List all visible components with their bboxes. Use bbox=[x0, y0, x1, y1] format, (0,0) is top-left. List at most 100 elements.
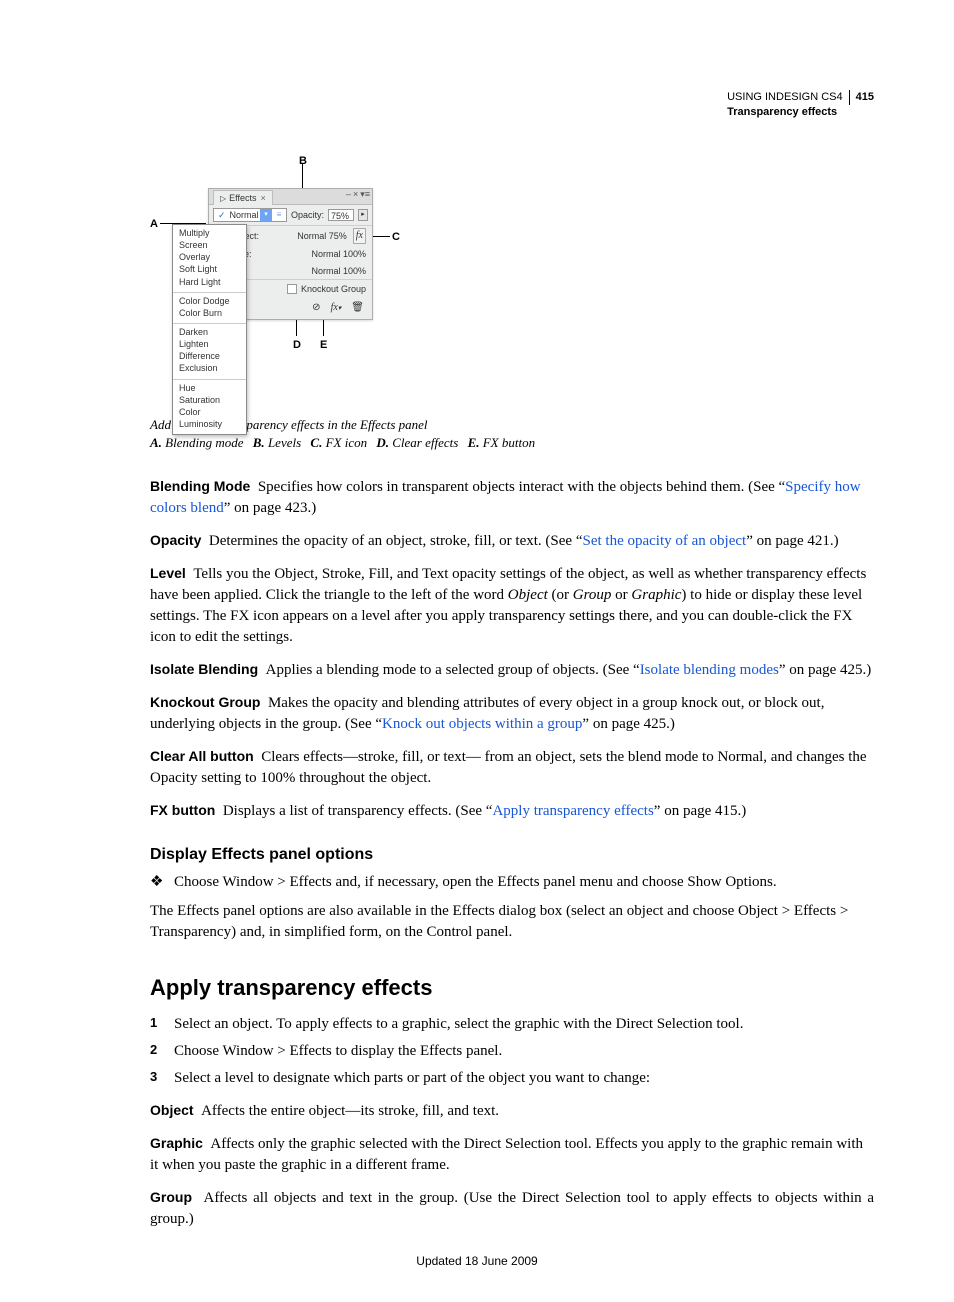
link-apply-transparency-effects[interactable]: Apply transparency effects bbox=[492, 803, 653, 819]
blend-mode-option[interactable]: Lighten bbox=[179, 338, 240, 350]
term: Knockout Group bbox=[150, 694, 260, 710]
blend-mode-option[interactable]: Exclusion bbox=[179, 362, 240, 374]
heading-apply-transparency-effects: Apply transparency effects bbox=[150, 973, 874, 1004]
body-text: or bbox=[611, 587, 631, 603]
knockout-group-checkbox[interactable] bbox=[287, 284, 297, 294]
blend-mode-value: Normal bbox=[230, 209, 259, 222]
annotation-d: D bbox=[293, 338, 301, 353]
blend-mode-option[interactable]: Darken bbox=[179, 326, 240, 338]
caption-line1: Add and edit transparency effects in the… bbox=[150, 416, 874, 434]
body-para: The Effects panel options are also avail… bbox=[150, 901, 874, 943]
italic-text: Object bbox=[508, 587, 548, 603]
heading-display-effects-options: Display Effects panel options bbox=[150, 844, 874, 866]
knockout-group-label: Knockout Group bbox=[301, 283, 366, 296]
step-number: 2 bbox=[150, 1041, 164, 1062]
blend-mode-dropdown-list[interactable]: Multiply Screen Overlay Soft Light Hard … bbox=[172, 224, 247, 435]
caption-key-c: C. bbox=[310, 435, 322, 450]
check-icon: ✓ bbox=[218, 209, 226, 222]
blend-mode-option[interactable]: Overlay bbox=[179, 251, 240, 263]
blend-mode-option[interactable]: Color Burn bbox=[179, 307, 240, 319]
body-text: (or bbox=[548, 587, 573, 603]
blend-mode-option[interactable]: Multiply bbox=[179, 227, 240, 239]
dropdown-caret-icon: ▾ bbox=[260, 209, 272, 221]
body-text: Displays a list of transparency effects.… bbox=[223, 803, 493, 819]
blend-mode-option[interactable]: Color bbox=[179, 406, 240, 418]
italic-text: Graphic bbox=[631, 587, 681, 603]
flyout-menu-icon[interactable]: ▾≡ bbox=[360, 190, 370, 199]
def-group-level: Group Affects all objects and text in th… bbox=[150, 1188, 874, 1230]
opacity-label: Opacity: bbox=[291, 209, 324, 222]
step-2: 2 Choose Window > Effects to display the… bbox=[150, 1041, 874, 1062]
blend-mode-option[interactable]: Screen bbox=[179, 239, 240, 251]
body-text: Affects only the graphic selected with t… bbox=[150, 1136, 863, 1173]
annotation-a: A bbox=[150, 217, 158, 232]
caption-key-a: A. bbox=[150, 435, 162, 450]
body-text: Affects the entire object—its stroke, fi… bbox=[201, 1103, 499, 1119]
term: Opacity bbox=[150, 532, 201, 548]
caption-key-e-text: FX button bbox=[483, 435, 535, 450]
caption-key-b-text: Levels bbox=[268, 435, 301, 450]
fx-icon[interactable]: fx bbox=[353, 228, 366, 244]
page-number: 415 bbox=[850, 91, 874, 103]
page-footer: Updated 18 June 2009 bbox=[0, 1253, 954, 1270]
blend-mode-option[interactable]: Soft Light bbox=[179, 263, 240, 275]
minimize-icon[interactable]: – bbox=[346, 190, 351, 199]
clear-effects-icon[interactable]: ⊘ bbox=[312, 301, 320, 315]
effects-panel-figure: A B C D E ▷Effects× – × ▾≡ bbox=[150, 150, 874, 410]
step-text: Select an object. To apply effects to a … bbox=[174, 1014, 743, 1035]
body-text: Affects all objects and text in the grou… bbox=[150, 1190, 874, 1227]
link-isolate-blending-modes[interactable]: Isolate blending modes bbox=[640, 662, 779, 678]
step-text: Select a level to designate which parts … bbox=[174, 1068, 650, 1089]
caption-key-a-text: Blending mode bbox=[165, 435, 243, 450]
close-icon[interactable]: × bbox=[261, 193, 266, 203]
running-header: USING INDESIGN CS4415 Transparency effec… bbox=[727, 90, 874, 120]
leader-line bbox=[302, 164, 303, 188]
def-clear-all-button: Clear All button Clears effects—stroke, … bbox=[150, 747, 874, 789]
link-set-opacity-of-object[interactable]: Set the opacity of an object bbox=[582, 533, 746, 549]
annotation-e: E bbox=[320, 338, 327, 353]
def-opacity: Opacity Determines the opacity of an obj… bbox=[150, 531, 874, 552]
blend-mode-option[interactable]: Difference bbox=[179, 350, 240, 362]
level-value: Normal 100% bbox=[311, 265, 366, 278]
opacity-input[interactable]: 75% bbox=[328, 209, 354, 221]
chapter-title: Transparency effects bbox=[727, 105, 874, 120]
step-3: 3 Select a level to designate which part… bbox=[150, 1068, 874, 1089]
disclosure-triangle-icon: ▷ bbox=[220, 194, 226, 203]
effects-tab[interactable]: ▷Effects × bbox=[213, 190, 273, 206]
step-1: 1 Select an object. To apply effects to … bbox=[150, 1014, 874, 1035]
book-title: USING INDESIGN CS4 bbox=[727, 90, 850, 105]
blend-mode-option[interactable]: Hue bbox=[179, 382, 240, 394]
term: Graphic bbox=[150, 1135, 203, 1151]
tab-label: Effects bbox=[229, 193, 256, 203]
step-number: 3 bbox=[150, 1068, 164, 1089]
level-value: Normal 75% bbox=[297, 230, 347, 243]
step-number: 1 bbox=[150, 1014, 164, 1035]
blend-mode-select[interactable]: ✓ Normal ▾ ≡ bbox=[213, 208, 287, 222]
body-text: Clears effects—stroke, fill, or text— fr… bbox=[150, 749, 867, 786]
blend-mode-option[interactable]: Hard Light bbox=[179, 276, 240, 288]
body-text: Determines the opacity of an object, str… bbox=[209, 533, 583, 549]
blend-mode-option[interactable]: Color Dodge bbox=[179, 295, 240, 307]
def-level: Level Tells you the Object, Stroke, Fill… bbox=[150, 564, 874, 648]
caption-key-b: B. bbox=[253, 435, 265, 450]
term: Level bbox=[150, 565, 186, 581]
figure-caption: Add and edit transparency effects in the… bbox=[150, 416, 874, 451]
term: Clear All button bbox=[150, 748, 254, 764]
link-knock-out-objects[interactable]: Knock out objects within a group bbox=[382, 716, 582, 732]
def-object-level: Object Affects the entire object—its str… bbox=[150, 1101, 874, 1122]
close-panel-icon[interactable]: × bbox=[353, 190, 358, 199]
trash-icon[interactable]: 🗑 bbox=[351, 301, 364, 315]
opacity-stepper-icon[interactable]: ▸ bbox=[358, 209, 368, 221]
italic-text: Group bbox=[573, 587, 612, 603]
body-text: Applies a blending mode to a selected gr… bbox=[266, 662, 640, 678]
def-knockout-group: Knockout Group Makes the opacity and ble… bbox=[150, 693, 874, 735]
leader-line bbox=[372, 236, 390, 237]
blend-mode-option[interactable]: Saturation bbox=[179, 394, 240, 406]
blend-mode-option[interactable]: Luminosity bbox=[179, 418, 240, 430]
term: Isolate Blending bbox=[150, 661, 258, 677]
caption-key-e: E. bbox=[468, 435, 480, 450]
body-text: ” on page 425.) bbox=[582, 716, 674, 732]
term: Blending Mode bbox=[150, 478, 250, 494]
bullet-text: Choose Window > Effects and, if necessar… bbox=[174, 872, 777, 893]
fx-button-icon[interactable]: fx▾ bbox=[331, 301, 342, 315]
